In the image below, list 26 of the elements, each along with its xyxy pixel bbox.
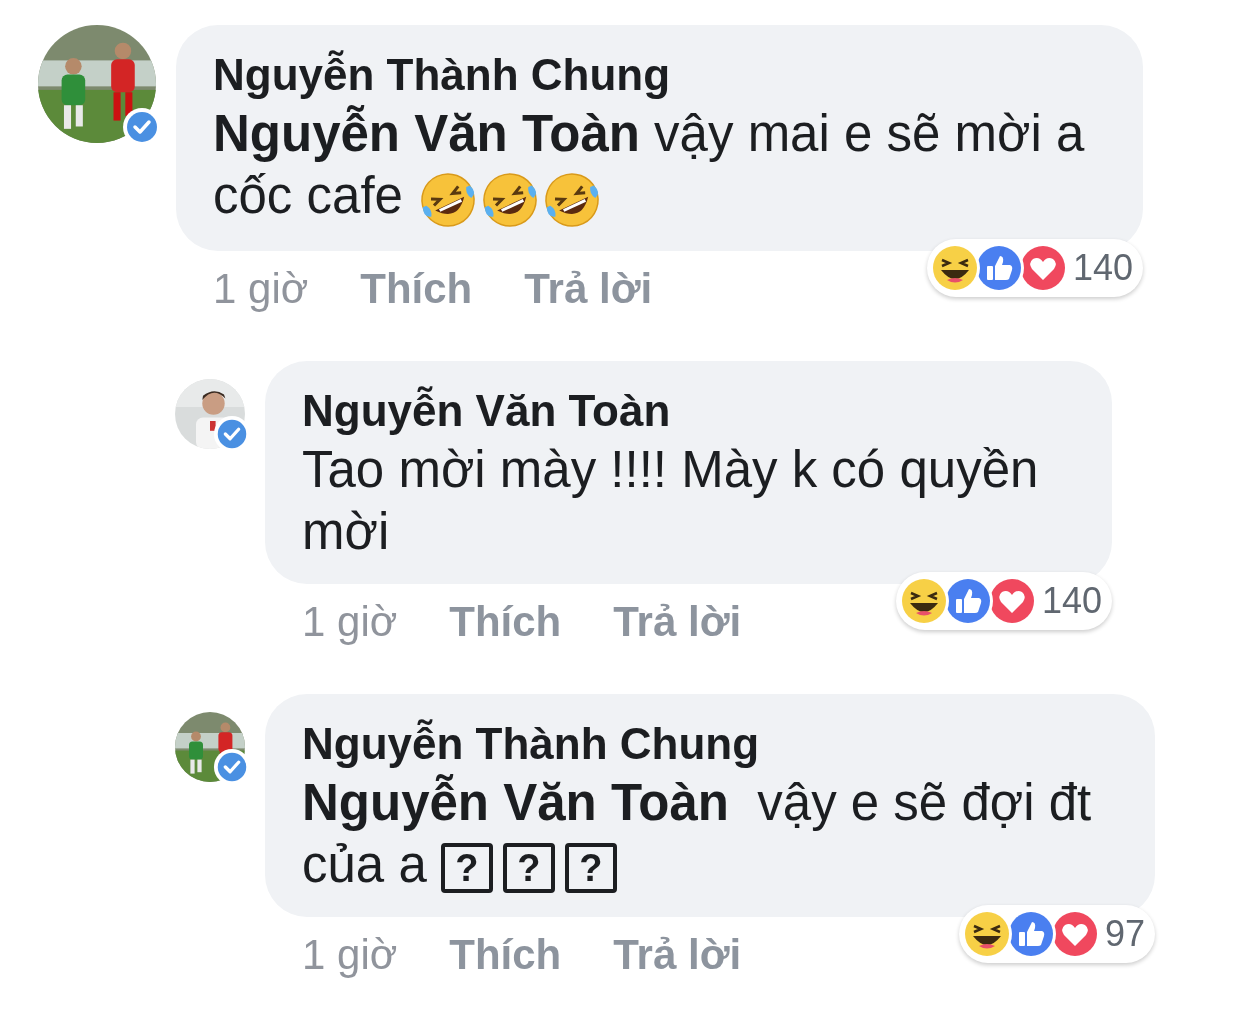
like-link[interactable]: Thích — [449, 593, 562, 650]
like-link[interactable]: Thích — [360, 260, 473, 317]
reaction-count: 97 — [1104, 911, 1145, 956]
reaction-summary[interactable]: 140 — [895, 571, 1112, 630]
missing-glyph: ? — [564, 843, 617, 894]
reaction-summary[interactable]: 140 — [926, 238, 1143, 297]
reaction-summary[interactable]: 97 — [958, 904, 1155, 963]
comment-text: Tao mời mày !!!! Mày k có quyền mời — [302, 439, 1040, 562]
missing-glyph: ? — [440, 843, 493, 894]
like-link[interactable]: Thích — [449, 926, 562, 983]
missing-glyph: ? — [502, 843, 555, 894]
author-name[interactable]: Nguyễn Thành Chung — [213, 47, 1113, 103]
author-name[interactable]: Nguyễn Văn Toàn — [302, 382, 1082, 439]
author-name[interactable]: Nguyễn Thành Chung — [302, 715, 1125, 772]
comment-text: Nguyễn Văn Toàn vậy e sẽ đợi đt của a ? ? ? — [302, 772, 1093, 896]
reaction-count: 140 — [1072, 245, 1133, 290]
mentioned-name[interactable]: Nguyễn Văn Toàn — [302, 773, 729, 831]
comment-text: Nguyễn Văn Toàn vậy mai e sẽ mời a cốc cafe — [213, 103, 1113, 230]
mentioned-name[interactable]: Nguyễn Văn Toàn — [213, 105, 640, 162]
reply-link[interactable]: Trả lời — [613, 926, 742, 983]
comment-time: 1 giờ — [302, 596, 398, 647]
comment-time: 1 giờ — [302, 929, 398, 980]
comment-time: 1 giờ — [213, 263, 309, 314]
reply-link[interactable]: Trả lời — [524, 260, 653, 317]
reply-link[interactable]: Trả lời — [613, 593, 742, 650]
reaction-count: 140 — [1041, 578, 1102, 623]
